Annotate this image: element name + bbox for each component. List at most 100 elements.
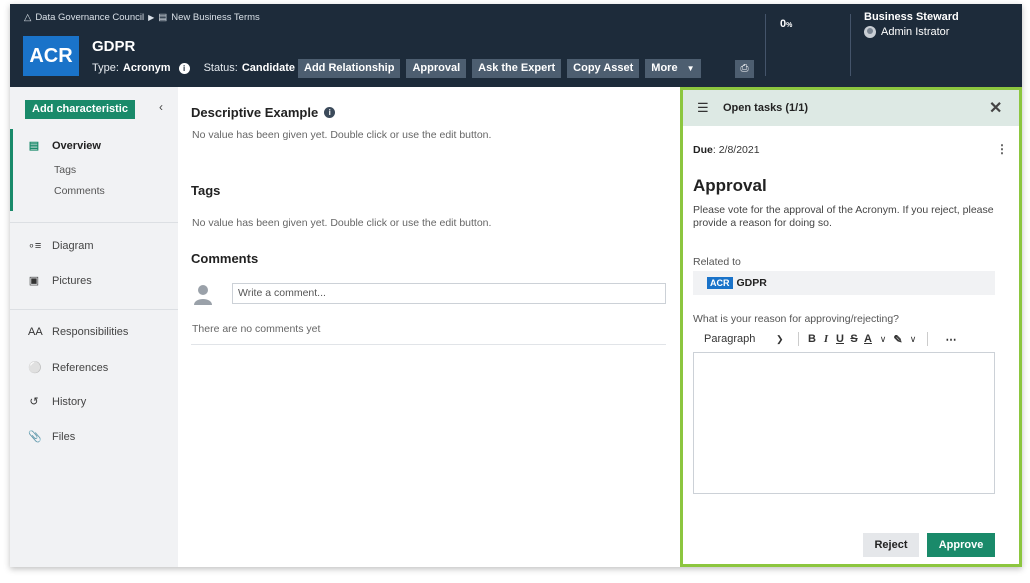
sidebar-item-history[interactable]: ↺ History (28, 395, 87, 409)
bold-icon[interactable]: B (805, 333, 819, 345)
sidebar-subitem-comments[interactable]: Comments (54, 185, 105, 197)
caret-down-icon: ▼ (686, 64, 695, 73)
sidebar-item-pictures[interactable]: ▣ Pictures (28, 274, 92, 288)
task-panel-title: Open tasks (1/1) (723, 102, 808, 114)
section-title: Descriptive Example (191, 105, 319, 120)
add-characteristic-button[interactable]: Add characteristic (25, 100, 135, 119)
chevron-down-icon[interactable]: ∨ (905, 334, 921, 345)
overview-icon: ▤ (28, 140, 40, 152)
related-asset-type-badge: ACR (707, 277, 733, 289)
no-comments-text: There are no comments yet (192, 323, 321, 335)
underline-icon[interactable]: U (833, 333, 847, 345)
picture-icon: ▣ (28, 275, 40, 287)
user-avatar-icon (194, 285, 212, 305)
more-button[interactable]: More ▼ (645, 59, 701, 78)
ask-expert-button[interactable]: Ask the Expert (472, 59, 562, 78)
active-section-indicator (10, 129, 13, 211)
reject-button[interactable]: Reject (863, 533, 919, 557)
type-label: Type: (92, 62, 119, 74)
toolbar-separator (798, 332, 799, 346)
header-action-buttons: Add Relationship Approval Ask the Expert… (298, 59, 701, 78)
related-to-label: Related to (693, 256, 741, 268)
approve-button[interactable]: Approve (927, 533, 995, 557)
related-asset[interactable]: ACR GDPR (693, 271, 995, 295)
add-relationship-button[interactable]: Add Relationship (298, 59, 401, 78)
strikethrough-icon[interactable]: S (847, 333, 861, 345)
user-name: Admin Istrator (881, 26, 950, 38)
related-asset-name: GDPR (736, 277, 767, 289)
more-tools-icon[interactable]: ⋯ (944, 333, 958, 346)
sidebar-item-label: Responsibilities (52, 326, 129, 338)
breadcrumb-domain[interactable]: New Business Terms (171, 12, 260, 23)
asset-type-badge: ACR (23, 36, 79, 76)
user-avatar-icon (864, 26, 876, 38)
sidebar-item-references[interactable]: ⚪ References (28, 361, 108, 375)
print-button[interactable]: ⎙ (735, 60, 754, 78)
reason-editor[interactable] (693, 352, 995, 494)
font-color-icon[interactable]: A (861, 333, 875, 345)
task-list-icon: ☰ (697, 100, 709, 115)
due-label: Due (693, 144, 713, 156)
history-icon: ↺ (29, 396, 39, 408)
task-description: Please vote for the approval of the Acro… (693, 204, 994, 229)
task-panel-header: ☰ Open tasks (1/1) ✕ (683, 90, 1019, 126)
status-value[interactable]: Candidate (242, 62, 295, 74)
sidebar-divider (10, 222, 178, 223)
type-value: Acronym (122, 62, 171, 74)
diagram-icon: ∘≡ (28, 240, 42, 252)
header-divider (850, 14, 851, 76)
breadcrumb: △ Data Governance Council ▶ ▤ New Busine… (24, 12, 260, 23)
more-options-icon[interactable]: ⋮ (996, 142, 1008, 156)
task-title: Approval (693, 176, 767, 195)
sidebar-item-diagram[interactable]: ∘≡ Diagram (28, 239, 94, 253)
close-icon[interactable]: ✕ (989, 98, 1002, 118)
type-info-icon[interactable]: i (178, 62, 190, 74)
chevron-down-icon[interactable]: ∨ (875, 334, 891, 345)
sidebar-item-files[interactable]: 📎 Files (28, 430, 76, 444)
sidebar-item-label: Diagram (52, 239, 94, 252)
completeness-percent: 0% (780, 18, 792, 30)
highlight-icon[interactable]: ✎ (891, 333, 905, 346)
asset-meta: Type: Acronym i Status: Candidate (92, 62, 295, 74)
asset-header: △ Data Governance Council ▶ ▤ New Busine… (10, 4, 1022, 87)
italic-icon[interactable]: I (819, 333, 833, 345)
sidebar-item-label: Pictures (52, 274, 92, 287)
sidebar-item-label: Files (52, 430, 76, 443)
paragraph-style-select[interactable]: Paragraph (704, 333, 776, 345)
print-icon: ⎙ (740, 63, 749, 74)
breadcrumb-separator-icon: ▶ (148, 13, 155, 22)
references-icon: ⚪ (28, 362, 42, 374)
sidebar-item-label: History (52, 395, 87, 408)
app-window: △ Data Governance Council ▶ ▤ New Busine… (10, 4, 1022, 567)
people-icon: АА (28, 326, 43, 338)
sidebar-item-overview[interactable]: ▤ Overview (28, 139, 101, 153)
status-label: Status: (203, 62, 238, 74)
rich-text-toolbar: Paragraph ❯ B I U S A ∨ ✎ ∨ ⋯ (693, 328, 995, 350)
responsible-user[interactable]: Admin Istrator (864, 26, 949, 38)
more-label: More (651, 62, 678, 74)
left-sidebar: Add characteristic ‹ ▤ Overview Tags Com… (10, 87, 178, 567)
asset-title: GDPR (92, 38, 136, 55)
sidebar-divider (10, 309, 178, 310)
due-value: 2/8/2021 (718, 144, 760, 156)
task-due-date: Due: 2/8/2021 (693, 144, 760, 156)
descriptive-example-value[interactable]: No value has been given yet. Double clic… (192, 129, 491, 141)
community-icon: △ (24, 12, 32, 23)
sidebar-subitem-tags[interactable]: Tags (54, 164, 76, 176)
info-icon[interactable]: i (324, 107, 336, 118)
breadcrumb-community[interactable]: Data Governance Council (35, 12, 144, 23)
sidebar-item-label: Overview (52, 139, 101, 152)
header-divider (765, 14, 766, 76)
comments-heading: Comments (191, 251, 259, 266)
chevron-down-icon[interactable]: ❯ (776, 334, 792, 345)
comment-input[interactable]: Write a comment... (232, 283, 666, 304)
collapse-sidebar-icon[interactable]: ‹ (159, 100, 163, 114)
approval-button[interactable]: Approval (406, 59, 467, 78)
descriptive-example-heading: Descriptive Example i (191, 105, 336, 120)
open-tasks-panel: ☰ Open tasks (1/1) ✕ Due: 2/8/2021 ⋮ App… (680, 87, 1022, 567)
copy-asset-button[interactable]: Copy Asset (567, 59, 640, 78)
tags-value[interactable]: No value has been given yet. Double clic… (192, 217, 491, 229)
reason-label: What is your reason for approving/reject… (693, 313, 900, 325)
sidebar-item-responsibilities[interactable]: АА Responsibilities (28, 326, 128, 338)
responsibility-role: Business Steward (864, 11, 959, 23)
